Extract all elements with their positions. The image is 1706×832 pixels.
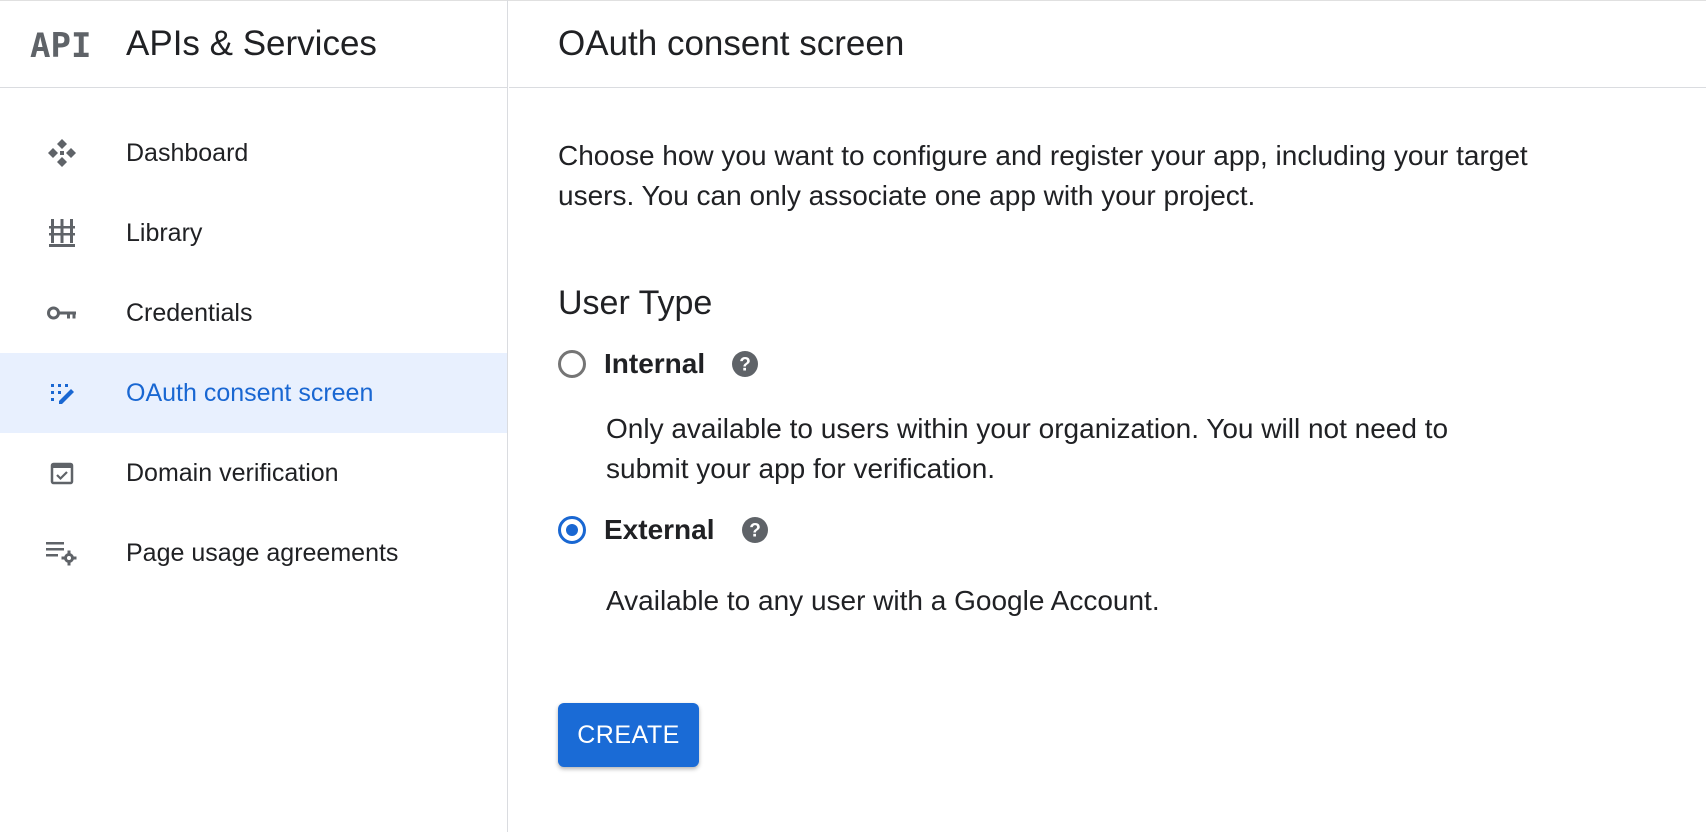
help-icon[interactable]: ? [741,516,769,544]
sidebar-item-dashboard[interactable]: Dashboard [0,113,507,193]
sidebar-item-label: Dashboard [126,138,249,167]
sidebar-header: API APIs & Services [0,0,507,88]
sidebar-item-domain-verification[interactable]: Domain verification [0,433,507,513]
main-header: OAuth consent screen [509,0,1706,88]
external-label[interactable]: External [604,514,715,546]
sidebar-item-label: Library [126,218,203,247]
sidebar: API APIs & Services Dashboard Library Cr… [0,0,508,832]
internal-description: Only available to users within your orga… [606,413,1449,484]
user-type-heading: User Type [558,284,713,322]
svg-text:?: ? [749,521,761,542]
external-radio[interactable] [558,516,586,544]
sidebar-item-credentials[interactable]: Credentials [0,273,507,353]
sidebar-item-page-usage-agreements[interactable]: Page usage agreements [0,513,507,593]
svg-text:?: ? [739,355,751,376]
page-title: OAuth consent screen [558,23,905,63]
option-internal[interactable]: Internal ? [558,339,1706,389]
help-icon[interactable]: ? [731,350,759,378]
sidebar-item-library[interactable]: Library [0,193,507,273]
app-title: APIs & Services [126,23,377,63]
sidebar-item-label: Domain verification [126,458,339,487]
domain-verification-icon [46,457,78,489]
option-external[interactable]: External ? [558,505,1706,555]
internal-radio[interactable] [558,350,586,378]
sidebar-item-label: Page usage agreements [126,538,399,567]
library-icon [46,217,78,249]
sidebar-nav: Dashboard Library Credentials OAuth cons… [0,88,507,593]
svg-text:API: API [30,27,91,61]
dashboard-icon [46,137,78,169]
main-panel: OAuth consent screen Choose how you want… [509,0,1706,832]
key-icon [46,297,78,329]
settings-list-icon [46,537,78,569]
api-logo-icon: API [30,27,91,61]
sidebar-item-label: Credentials [126,298,253,327]
consent-form: Choose how you want to configure and reg… [509,88,1706,767]
external-description: Available to any user with a Google Acco… [606,585,1160,616]
oauth-consent-icon [46,377,78,409]
sidebar-item-oauth-consent-screen[interactable]: OAuth consent screen [0,353,507,433]
sidebar-item-label: OAuth consent screen [126,378,374,407]
internal-label[interactable]: Internal [604,348,705,380]
page-description: Choose how you want to configure and reg… [558,140,1528,211]
create-button[interactable]: CREATE [558,703,699,767]
